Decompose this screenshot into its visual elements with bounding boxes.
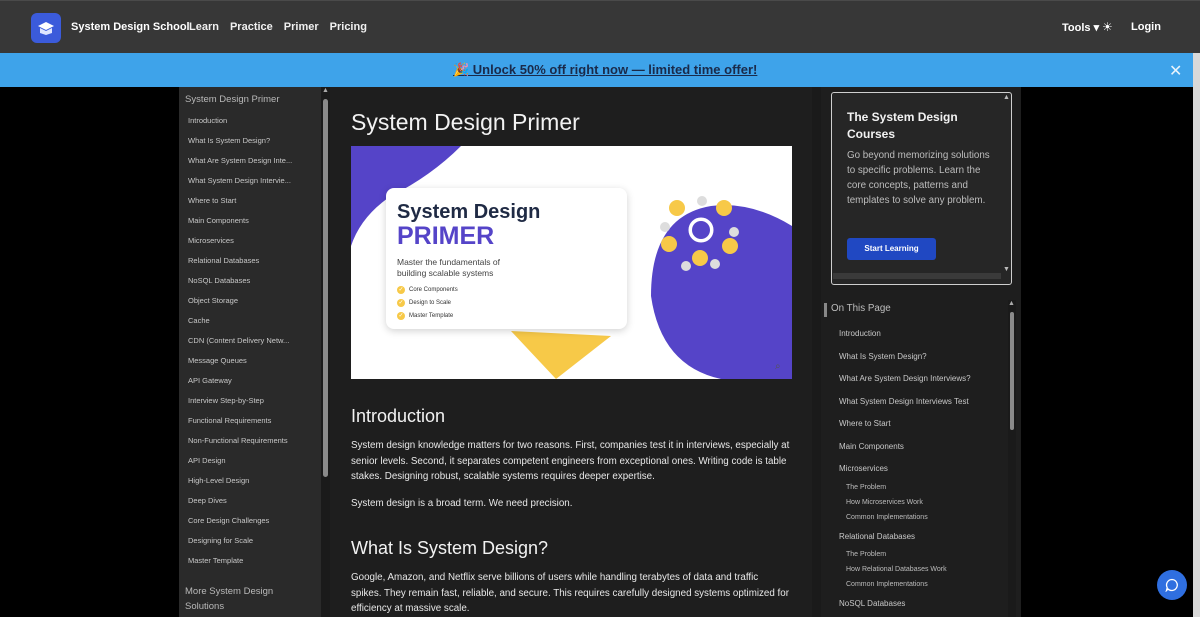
login-link[interactable]: Login <box>1131 21 1161 33</box>
toc-title: On This Page <box>831 303 891 314</box>
start-learning-button[interactable]: Start Learning <box>847 238 936 260</box>
toc-marker <box>824 303 827 317</box>
toc-item[interactable]: Relational Databases <box>839 532 915 541</box>
tools-dropdown[interactable]: Tools ▾ <box>1062 21 1099 34</box>
promo-link[interactable]: 🎉 Unlock 50% off right now — limited tim… <box>453 62 757 78</box>
scroll-up-icon[interactable]: ▲ <box>322 87 329 94</box>
section-heading-introduction: Introduction <box>351 406 446 426</box>
top-navbar: System Design School Learn Practice Prim… <box>0 0 1200 53</box>
sidebar-item[interactable]: Main Components <box>188 216 316 225</box>
sidebar-more-solutions[interactable]: More System Design Solutions <box>185 584 305 614</box>
primer-sidebar: System Design Primer Introduction What I… <box>179 87 321 617</box>
section-heading-what-is-system-design: What Is System Design? <box>351 538 549 558</box>
toc-item[interactable]: What System Design Interviews Test <box>839 397 969 406</box>
what-paragraph: Google, Amazon, and Netflix serve billio… <box>351 572 789 614</box>
sidebar-item[interactable]: API Gateway <box>188 376 316 385</box>
sidebar-item[interactable]: Message Queues <box>188 356 316 365</box>
check-icon: ✓ <box>397 286 405 294</box>
page-title: System Design Primer <box>351 109 580 135</box>
sidebar-item[interactable]: NoSQL Databases <box>188 276 316 285</box>
main-content: System Design Primer System Design PRIME… <box>330 87 812 617</box>
main-scrollbar[interactable] <box>812 87 821 617</box>
sidebar-item[interactable]: Where to Start <box>188 196 316 205</box>
toc-item[interactable]: Main Components <box>839 442 904 451</box>
logo-icon[interactable] <box>31 13 61 43</box>
hero-bullet: ✓ Master Template <box>397 312 453 320</box>
sidebar-item[interactable]: Interview Step-by-Step <box>188 396 316 405</box>
sidebar-item[interactable]: What Are System Design Inte... <box>188 156 316 165</box>
nav-link-practice[interactable]: Practice <box>230 21 273 33</box>
scroll-up-icon[interactable]: ▲ <box>1003 94 1010 101</box>
sidebar-item[interactable]: Functional Requirements <box>188 416 316 425</box>
scroll-down-icon[interactable]: ▼ <box>1003 266 1010 273</box>
course-title: The System Design Courses <box>847 110 958 141</box>
scrollbar-thumb[interactable] <box>1010 312 1014 430</box>
nav-link-pricing[interactable]: Pricing <box>330 21 367 33</box>
scrollbar-thumb[interactable] <box>323 99 328 477</box>
sidebar-item[interactable]: Cache <box>188 316 316 325</box>
course-promo-card: The System Design Courses Go beyond memo… <box>831 92 1012 285</box>
toc-subitem[interactable]: Common Implementations <box>846 514 928 521</box>
sidebar-scrollbar[interactable]: ▲ <box>321 87 330 617</box>
sidebar-item[interactable]: Relational Databases <box>188 256 316 265</box>
sidebar-title[interactable]: System Design Primer <box>185 94 280 105</box>
main-nav: Learn Practice Primer Pricing <box>189 21 367 33</box>
toc-subitem[interactable]: The Problem <box>846 551 886 558</box>
zoom-icon[interactable]: ⌕ <box>775 361 781 372</box>
hero-line2: PRIMER <box>397 222 495 250</box>
check-icon: ✓ <box>397 312 405 320</box>
toc-subitem[interactable]: How Relational Databases Work <box>846 566 947 573</box>
sidebar-item[interactable]: Deep Dives <box>188 496 316 505</box>
hero-bullet-label: Master Template <box>409 313 454 319</box>
hero-subtitle: building scalable systems <box>397 268 494 278</box>
sidebar-item[interactable]: Core Design Challenges <box>188 516 316 525</box>
theme-toggle-sun-icon[interactable]: ☀ <box>1102 20 1113 34</box>
course-description: Go beyond memorizing solutions to specif… <box>847 150 990 206</box>
hero-card: System Design PRIMER Master the fundamen… <box>386 188 627 329</box>
toc-subitem[interactable]: How Microservices Work <box>846 499 923 506</box>
scroll-up-icon[interactable]: ▲ <box>1008 300 1015 307</box>
sidebar-item[interactable]: Object Storage <box>188 296 316 305</box>
intro-paragraph-2: System design is a broad term. We need p… <box>351 498 573 509</box>
sidebar-item[interactable]: Non-Functional Requirements <box>188 436 316 445</box>
sidebar-item[interactable]: What Is System Design? <box>188 136 316 145</box>
chat-bubble-icon[interactable] <box>1157 570 1187 600</box>
hero-bullet: ✓ Design to Scale <box>397 299 451 307</box>
toc-item[interactable]: What Are System Design Interviews? <box>839 374 971 383</box>
promo-banner: 🎉 Unlock 50% off right now — limited tim… <box>0 53 1193 87</box>
hero-bullet-label: Core Components <box>409 287 458 293</box>
check-icon: ✓ <box>397 299 405 307</box>
sidebar-item[interactable]: Master Template <box>188 556 316 565</box>
close-icon[interactable]: ✕ <box>1169 61 1182 81</box>
sidebar-item[interactable]: What System Design Intervie... <box>188 176 316 185</box>
intro-paragraph: System design knowledge matters for two … <box>351 440 790 482</box>
card-horizontal-scrollbar[interactable] <box>833 273 1001 279</box>
hero-bullet-label: Design to Scale <box>409 300 452 306</box>
toc-item[interactable]: Microservices <box>839 464 888 473</box>
brand-name[interactable]: System Design School <box>71 21 190 33</box>
toc-subitem[interactable]: Common Implementations <box>846 581 928 588</box>
hero-subtitle: Master the fundamentals of <box>397 257 501 267</box>
nav-link-learn[interactable]: Learn <box>189 21 219 33</box>
nav-link-primer[interactable]: Primer <box>284 21 319 33</box>
window-scrollbar[interactable] <box>1193 53 1200 617</box>
primer-hero-image: System Design PRIMER Master the fundamen… <box>351 146 792 379</box>
toc-item[interactable]: NoSQL Databases <box>839 599 905 608</box>
sidebar-item[interactable]: High-Level Design <box>188 476 316 485</box>
toc-scrollbar[interactable]: ▲ <box>1008 300 1016 617</box>
toc-item[interactable]: Where to Start <box>839 419 891 428</box>
sidebar-item[interactable]: API Design <box>188 456 316 465</box>
sidebar-item[interactable]: Microservices <box>188 236 316 245</box>
sidebar-item[interactable]: CDN (Content Delivery Netw... <box>188 336 316 345</box>
hero-line1: System Design <box>397 201 541 223</box>
sidebar-item[interactable]: Designing for Scale <box>188 536 316 545</box>
toc-item[interactable]: Introduction <box>839 329 881 338</box>
toc-item[interactable]: What Is System Design? <box>839 352 927 361</box>
hero-bullet: ✓ Core Components <box>397 286 458 294</box>
toc-subitem[interactable]: The Problem <box>846 484 886 491</box>
sidebar-item[interactable]: Introduction <box>188 116 316 125</box>
